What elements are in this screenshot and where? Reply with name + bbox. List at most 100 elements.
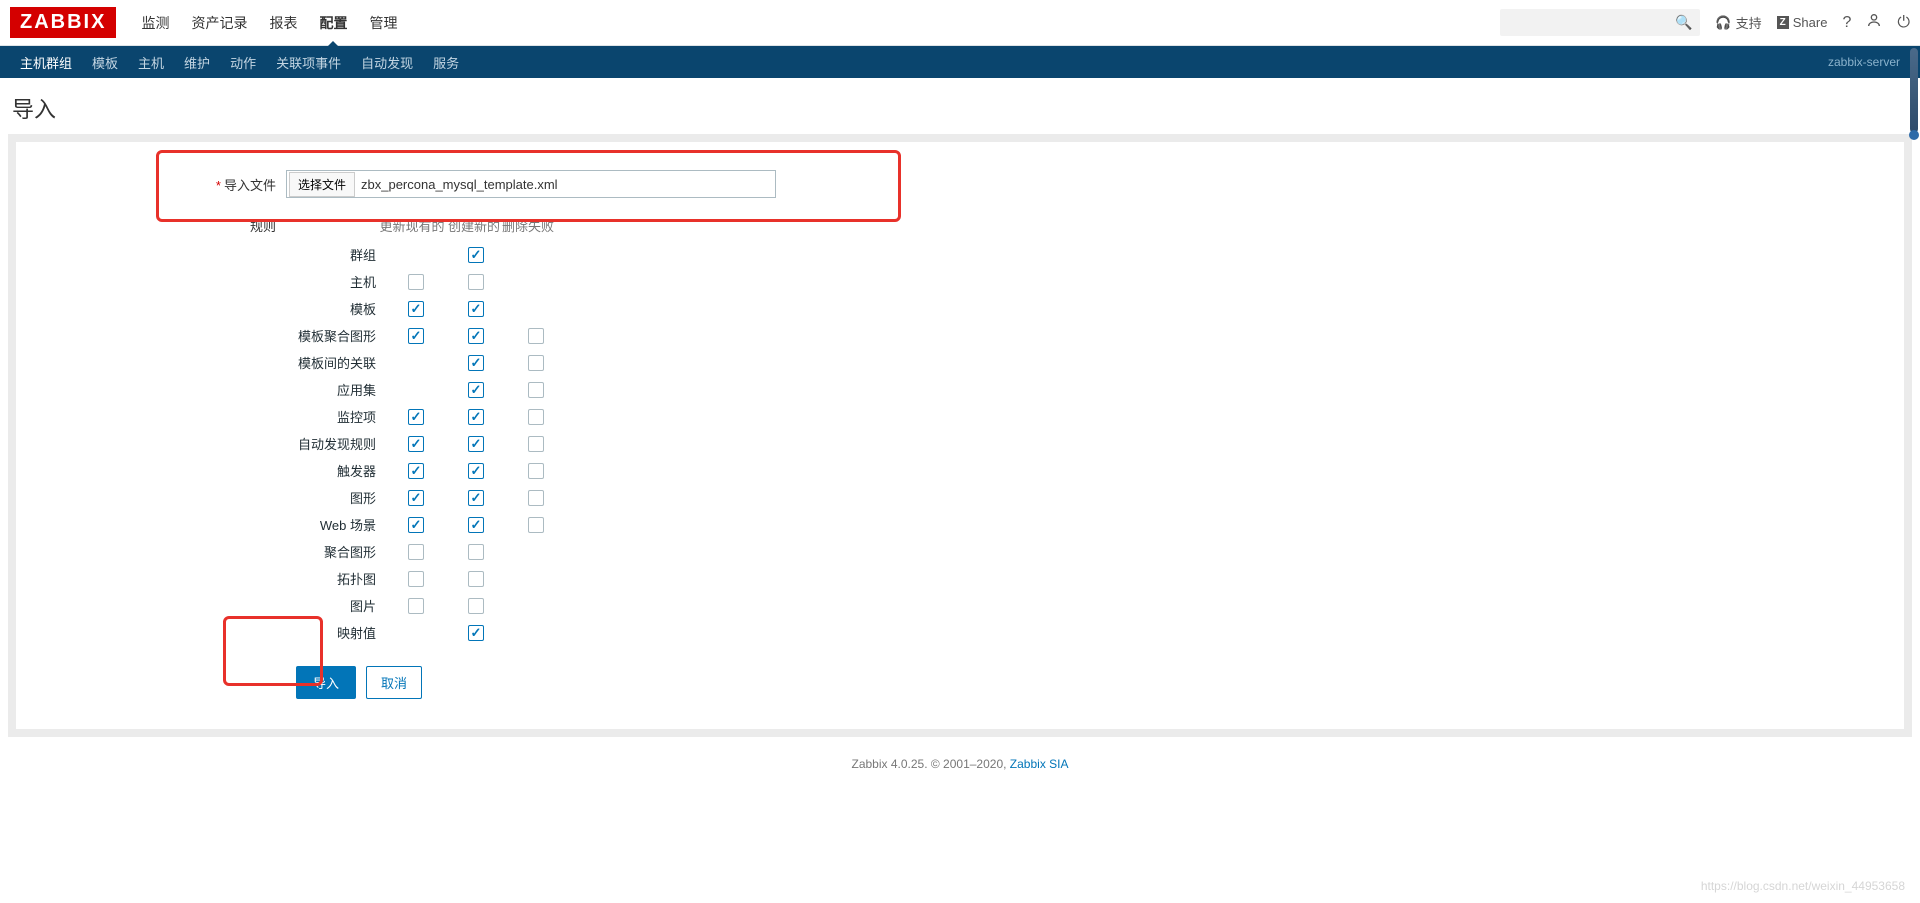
main-nav-item[interactable]: 管理 <box>359 0 407 47</box>
rule-label: 图形 <box>46 488 386 507</box>
rule-label: 模板 <box>46 299 386 318</box>
rule-label: 聚合图形 <box>46 542 386 561</box>
rule-label: 自动发现规则 <box>46 434 386 453</box>
rule-label: 映射值 <box>46 623 386 642</box>
sub-nav-item[interactable]: 自动发现 <box>351 45 423 80</box>
rule-row: 主机 <box>46 268 1874 295</box>
logo[interactable]: ZABBIX <box>10 7 116 38</box>
checkbox-create[interactable] <box>468 409 484 425</box>
search-input[interactable] <box>1500 9 1700 36</box>
checkbox-create[interactable] <box>468 247 484 263</box>
sub-nav-item[interactable]: 维护 <box>174 45 220 80</box>
checkbox-create[interactable] <box>468 301 484 317</box>
checkbox-update[interactable] <box>408 274 424 290</box>
sub-nav-item[interactable]: 关联项事件 <box>266 45 351 80</box>
cb-col-update <box>386 328 446 344</box>
cb-col-update <box>386 409 446 425</box>
col-create-header: 创建新的 <box>448 216 500 235</box>
rules-container: 群组主机模板模板聚合图形模板间的关联应用集监控项自动发现规则触发器图形Web 场… <box>46 241 1874 646</box>
checkbox-create[interactable] <box>468 382 484 398</box>
sub-nav-item[interactable]: 模板 <box>82 45 128 80</box>
checkbox-delete[interactable] <box>528 517 544 533</box>
subnav: 主机群组模板主机维护动作关联项事件自动发现服务 zabbix-server <box>0 46 1920 78</box>
cb-col-create <box>446 301 506 317</box>
cb-col-delete <box>506 355 566 371</box>
checkbox-create[interactable] <box>468 544 484 560</box>
footer-link[interactable]: Zabbix SIA <box>1010 757 1069 771</box>
checkbox-update[interactable] <box>408 544 424 560</box>
power-icon[interactable]: ⏻ <box>1897 14 1910 32</box>
sub-nav-item[interactable]: 主机 <box>128 45 174 80</box>
checkbox-create[interactable] <box>468 490 484 506</box>
cb-col-create <box>446 598 506 614</box>
cb-col-create <box>446 247 506 263</box>
help-icon[interactable]: ? <box>1842 14 1851 32</box>
main-nav-item[interactable]: 配置 <box>309 0 357 47</box>
main-nav: 监测资产记录报表配置管理 <box>131 0 407 47</box>
checkbox-delete[interactable] <box>528 436 544 452</box>
checkbox-delete[interactable] <box>528 409 544 425</box>
page-title: 导入 <box>0 78 1920 134</box>
topbar: ZABBIX 监测资产记录报表配置管理 🔍 🎧支持 ZShare ? ⏻ <box>0 0 1920 46</box>
footer-text: Zabbix 4.0.25. © 2001–2020, <box>852 757 1010 771</box>
cb-col-delete <box>506 463 566 479</box>
sub-nav-item[interactable]: 主机群组 <box>10 45 82 80</box>
rule-row: 触发器 <box>46 457 1874 484</box>
checkbox-delete[interactable] <box>528 490 544 506</box>
main-nav-item[interactable]: 报表 <box>259 0 307 47</box>
checkbox-create[interactable] <box>468 598 484 614</box>
cb-col-update <box>386 301 446 317</box>
choose-file-button[interactable]: 选择文件 <box>289 172 355 197</box>
rule-row: 应用集 <box>46 376 1874 403</box>
checkbox-update[interactable] <box>408 328 424 344</box>
cb-col-update <box>386 490 446 506</box>
scroll-indicator <box>1910 48 1918 133</box>
rule-label: 图片 <box>46 596 386 615</box>
checkbox-create[interactable] <box>468 274 484 290</box>
rule-row: 图形 <box>46 484 1874 511</box>
top-right: 🔍 🎧支持 ZShare ? ⏻ <box>1500 9 1910 36</box>
checkbox-update[interactable] <box>408 517 424 533</box>
checkbox-delete[interactable] <box>528 463 544 479</box>
main-nav-item[interactable]: 资产记录 <box>181 0 257 47</box>
search-icon[interactable]: 🔍 <box>1675 14 1692 31</box>
checkbox-delete[interactable] <box>528 382 544 398</box>
rule-row: 监控项 <box>46 403 1874 430</box>
user-icon[interactable] <box>1866 12 1882 33</box>
checkbox-create[interactable] <box>468 625 484 641</box>
rule-row: 聚合图形 <box>46 538 1874 565</box>
rules-label: 规则 <box>46 216 286 235</box>
checkbox-create[interactable] <box>468 463 484 479</box>
import-button[interactable]: 导入 <box>296 666 356 699</box>
checkbox-update[interactable] <box>408 436 424 452</box>
sub-nav-item[interactable]: 动作 <box>220 45 266 80</box>
checkbox-update[interactable] <box>408 463 424 479</box>
checkbox-create[interactable] <box>468 571 484 587</box>
cb-col-create <box>446 571 506 587</box>
file-input[interactable]: 选择文件 zbx_percona_mysql_template.xml <box>286 170 776 198</box>
checkbox-update[interactable] <box>408 409 424 425</box>
rule-label: 拓扑图 <box>46 569 386 588</box>
checkbox-create[interactable] <box>468 355 484 371</box>
main-nav-item[interactable]: 监测 <box>131 0 179 47</box>
checkbox-update[interactable] <box>408 490 424 506</box>
rule-label: 应用集 <box>46 380 386 399</box>
checkbox-create[interactable] <box>468 517 484 533</box>
checkbox-create[interactable] <box>468 328 484 344</box>
checkbox-update[interactable] <box>408 301 424 317</box>
rule-label: 监控项 <box>46 407 386 426</box>
cancel-button[interactable]: 取消 <box>366 666 422 699</box>
checkbox-delete[interactable] <box>528 355 544 371</box>
cb-col-update <box>386 436 446 452</box>
support-link[interactable]: 🎧支持 <box>1715 13 1761 32</box>
cb-col-create <box>446 274 506 290</box>
rule-label: 主机 <box>46 272 386 291</box>
sub-nav-item[interactable]: 服务 <box>423 45 469 80</box>
share-link[interactable]: ZShare <box>1777 15 1828 30</box>
cb-col-create <box>446 544 506 560</box>
checkbox-delete[interactable] <box>528 328 544 344</box>
checkbox-update[interactable] <box>408 571 424 587</box>
checkbox-update[interactable] <box>408 598 424 614</box>
checkbox-create[interactable] <box>468 436 484 452</box>
headset-icon: 🎧 <box>1715 15 1731 31</box>
